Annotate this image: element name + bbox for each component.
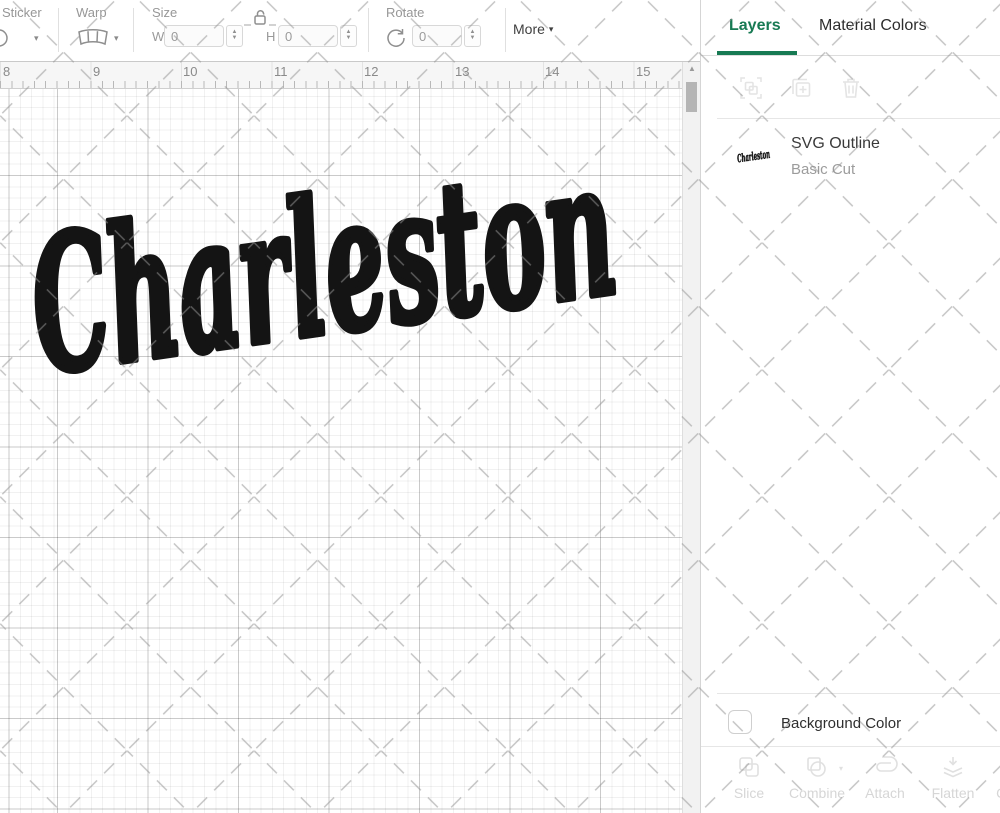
layer-subtitle: Basic Cut xyxy=(791,161,856,178)
warp-caret-icon[interactable]: ▾ xyxy=(114,33,119,44)
rotate-stepper[interactable]: ▲ ▼ xyxy=(464,25,481,47)
horizontal-ruler: 8 9 10 11 12 13 14 15 xyxy=(0,62,682,89)
edit-toolbar: Sticker ▾ Warp ▾ Size W ▲ ▼ H ▲ ▼ xyxy=(0,0,700,62)
flatten-icon xyxy=(943,757,963,778)
ruler-number: 9 xyxy=(93,64,101,79)
height-stepper[interactable]: ▲ ▼ xyxy=(340,25,357,47)
panel-divider xyxy=(717,118,1000,119)
flatten-button[interactable]: Flatten xyxy=(919,754,987,801)
layer-row-svg-outline[interactable]: Charleston SVG Outline Basic Cut xyxy=(701,126,1000,188)
layer-action-bar: Slice ▾ Combine Attach Flatten xyxy=(701,746,1000,813)
background-color-swatch[interactable] xyxy=(728,710,752,734)
ruler-number: 8 xyxy=(3,64,11,79)
combine-button[interactable]: ▾ Combine xyxy=(783,754,851,801)
stepper-down-icon[interactable]: ▼ xyxy=(470,35,476,42)
width-input[interactable] xyxy=(164,25,224,47)
size-lock-icon[interactable] xyxy=(243,8,277,28)
attach-icon xyxy=(876,756,898,772)
panel-tabs: Layers Material Colors xyxy=(701,0,1000,56)
width-stepper[interactable]: ▲ ▼ xyxy=(226,25,243,47)
scrollbar-up-icon[interactable]: ▲ xyxy=(683,64,701,78)
ruler-number: 15 xyxy=(636,64,651,79)
warp-icon[interactable] xyxy=(76,28,110,48)
toolbar-divider xyxy=(133,8,134,52)
background-color-label: Background Color xyxy=(781,715,902,732)
size-section-label: Size xyxy=(152,5,178,20)
ruler-ticks xyxy=(0,81,682,88)
layer-title: SVG Outline xyxy=(791,135,880,152)
artwork-text[interactable]: Charleston xyxy=(14,115,631,419)
canvas-vertical-scrollbar[interactable]: ▲ xyxy=(682,62,700,813)
ruler-number: 13 xyxy=(455,64,470,79)
layer-thumbnail: Charleston xyxy=(736,148,771,166)
height-input[interactable] xyxy=(278,25,338,47)
sticker-icon[interactable] xyxy=(0,27,12,49)
combine-icon xyxy=(807,757,826,777)
duplicate-icon[interactable] xyxy=(787,74,815,102)
background-color-row: Background Color xyxy=(701,693,1000,746)
rotate-icon[interactable] xyxy=(384,26,408,50)
active-tab-underline xyxy=(717,51,797,55)
height-label: H xyxy=(266,29,276,44)
stepper-down-icon[interactable]: ▼ xyxy=(346,35,352,42)
layer-thumbnail-text: Charleston xyxy=(736,148,770,165)
sticker-caret-icon[interactable]: ▾ xyxy=(34,33,39,44)
tab-material-colors[interactable]: Material Colors xyxy=(819,17,927,35)
scrollbar-thumb[interactable] xyxy=(686,82,697,112)
app-window: Sticker ▾ Warp ▾ Size W ▲ ▼ H ▲ ▼ xyxy=(0,0,1000,813)
artwork-charleston[interactable]: Charleston xyxy=(10,115,670,419)
width-label: W xyxy=(152,29,165,44)
combine-caret-icon: ▾ xyxy=(838,764,843,773)
slice-icon xyxy=(739,757,759,777)
tab-layers[interactable]: Layers xyxy=(729,17,781,35)
ruler-number: 12 xyxy=(364,64,379,79)
sticker-section-label: Sticker xyxy=(2,5,42,20)
ruler-number: 10 xyxy=(183,64,198,79)
toolbar-divider xyxy=(58,8,59,52)
rotate-input[interactable] xyxy=(412,25,462,47)
attach-button[interactable]: Attach xyxy=(851,754,919,801)
contour-button[interactable]: Contour xyxy=(987,754,1000,801)
delete-icon[interactable] xyxy=(837,74,865,102)
layer-tools-row xyxy=(701,70,1000,118)
more-caret-icon: ▾ xyxy=(548,23,554,34)
more-label: More xyxy=(513,21,545,37)
group-icon[interactable] xyxy=(737,74,765,102)
stepper-down-icon[interactable]: ▼ xyxy=(232,35,238,42)
slice-button[interactable]: Slice xyxy=(715,754,783,801)
more-button[interactable]: More ▾ xyxy=(513,21,553,37)
toolbar-divider xyxy=(505,8,506,52)
warp-section-label: Warp xyxy=(76,5,107,20)
ruler-number: 14 xyxy=(545,64,560,79)
toolbar-divider xyxy=(368,8,369,52)
layers-panel: Layers Material Colors Charleston SVG Ou… xyxy=(700,0,1000,813)
ruler-number: 11 xyxy=(274,64,288,79)
rotate-section-label: Rotate xyxy=(386,5,425,20)
